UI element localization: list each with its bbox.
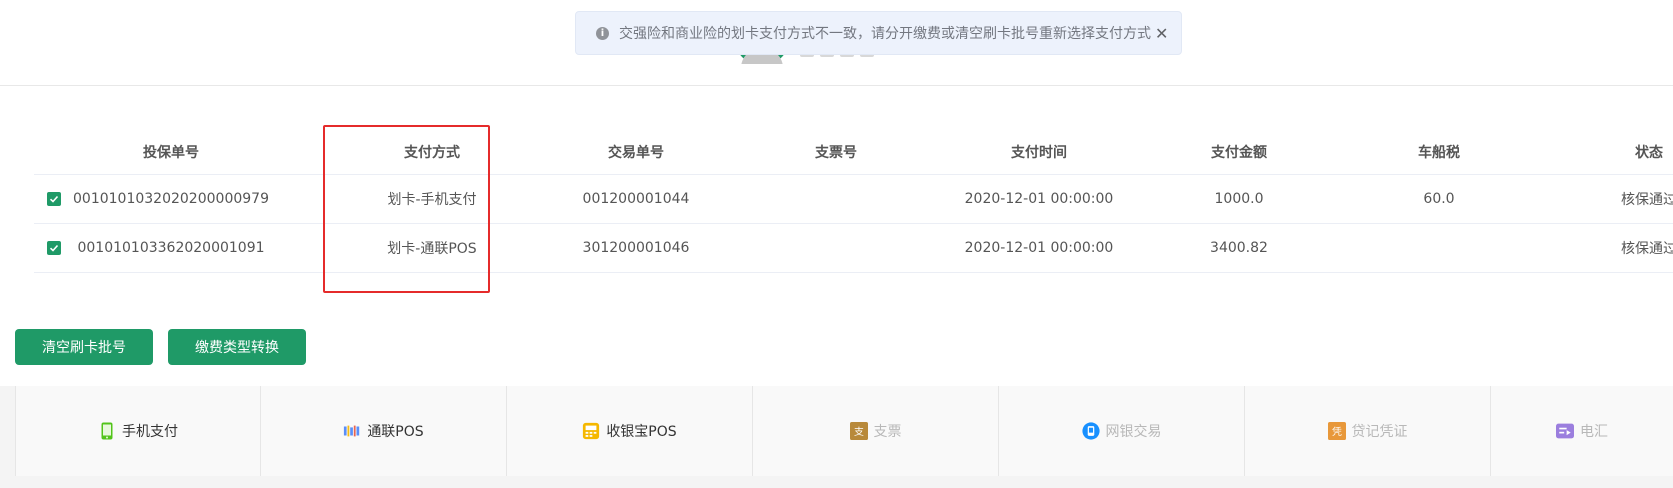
row-checkbox[interactable] (34, 224, 74, 272)
svg-text:凭: 凭 (1332, 425, 1342, 438)
pay-method-label: 通联POS (367, 424, 424, 440)
pay-method-label: 手机支付 (122, 424, 178, 440)
pay-method-credit-voucher[interactable]: 凭 贷记凭证 (1245, 386, 1491, 476)
cell-trade-no: 001200001044 (582, 191, 690, 207)
close-icon[interactable]: ✕ (1155, 24, 1168, 43)
cell-pay-time: 2020-12-01 00:00:00 (964, 240, 1114, 256)
pay-method-label: 支票 (873, 424, 902, 440)
cell-amount: 1000.0 (1214, 191, 1264, 207)
cell-check-no (794, 175, 878, 223)
info-icon: i (596, 26, 609, 40)
cell-status: 核保通过 (1621, 192, 1673, 208)
cell-policy-no: 0010101032020200000979 (73, 191, 269, 207)
warning-toast: i 交强险和商业险的划卡支付方式不一致，请分开缴费或清空刷卡批号重新选择支付方式… (575, 11, 1182, 55)
bank-icon (1081, 422, 1100, 440)
header-status: 状态 (1635, 145, 1663, 161)
pay-method-online-banking[interactable]: 网银交易 (999, 386, 1245, 476)
clear-card-batch-button[interactable]: 清空刷卡批号 (15, 329, 153, 365)
table-row: 0010101032020200000979 划卡-手机支付 001200001… (34, 175, 1673, 224)
phone-icon (98, 422, 116, 440)
cell-vehicle-tax: 60.0 (1423, 191, 1455, 207)
cell-status: 核保通过 (1621, 241, 1673, 257)
pay-method-highlight-box (323, 125, 490, 293)
pos-terminal-icon (582, 422, 600, 440)
cell-check-no (794, 224, 878, 272)
pay-method-label: 网银交易 (1105, 424, 1162, 440)
payment-methods-bar: 手机支付 通联POS 收银宝POS 支 支票 网银交易 凭 贷记凭证 电汇 (0, 386, 1673, 488)
payment-methods-strip: 手机支付 通联POS 收银宝POS 支 支票 网银交易 凭 贷记凭证 电汇 (15, 386, 1673, 476)
voucher-icon: 凭 (1327, 422, 1346, 440)
check-icon[interactable] (47, 241, 61, 255)
pay-method-label: 电汇 (1580, 424, 1608, 440)
cell-trade-no: 301200001046 (582, 240, 690, 256)
svg-text:支: 支 (854, 426, 864, 438)
wire-transfer-icon (1556, 422, 1574, 440)
pay-method-check[interactable]: 支 支票 (753, 386, 999, 476)
cell-pay-time: 2020-12-01 00:00:00 (964, 191, 1114, 207)
header-pay-time: 支付时间 (1011, 145, 1067, 161)
check-icon[interactable] (47, 192, 61, 206)
check-icon: 支 (849, 422, 868, 440)
pay-method-shouyinbao-pos[interactable]: 收银宝POS (507, 386, 753, 476)
header-amount: 支付金额 (1211, 145, 1267, 161)
pay-method-tonglian-pos[interactable]: 通联POS (261, 386, 507, 476)
toast-message: 交强险和商业险的划卡支付方式不一致，请分开缴费或清空刷卡批号重新选择支付方式 (619, 26, 1151, 42)
pay-method-phone[interactable]: 手机支付 (15, 386, 261, 476)
header-vehicle-tax: 车船税 (1418, 145, 1460, 161)
row-checkbox[interactable] (34, 175, 74, 223)
header-policy-no: 投保单号 (143, 145, 199, 161)
pay-method-label: 收银宝POS (606, 424, 677, 440)
payment-table: 投保单号 支付方式 交易单号 支票号 支付时间 支付金额 车船税 状态 0010… (34, 130, 1673, 273)
header-check-no: 支票号 (815, 145, 857, 161)
table-header: 投保单号 支付方式 交易单号 支票号 支付时间 支付金额 车船税 状态 (34, 130, 1673, 175)
pay-method-label: 贷记凭证 (1351, 424, 1408, 440)
card-reader-icon (343, 422, 361, 440)
cell-vehicle-tax (1364, 224, 1514, 272)
pay-method-wire-transfer[interactable]: 电汇 (1491, 386, 1673, 476)
table-row: 001010103362020001091 划卡-通联POS 301200001… (34, 224, 1673, 273)
header-trade-no: 交易单号 (608, 145, 664, 161)
cell-amount: 3400.82 (1210, 240, 1268, 256)
cell-policy-no: 001010103362020001091 (77, 240, 265, 256)
payment-type-convert-button[interactable]: 缴费类型转换 (168, 329, 306, 365)
